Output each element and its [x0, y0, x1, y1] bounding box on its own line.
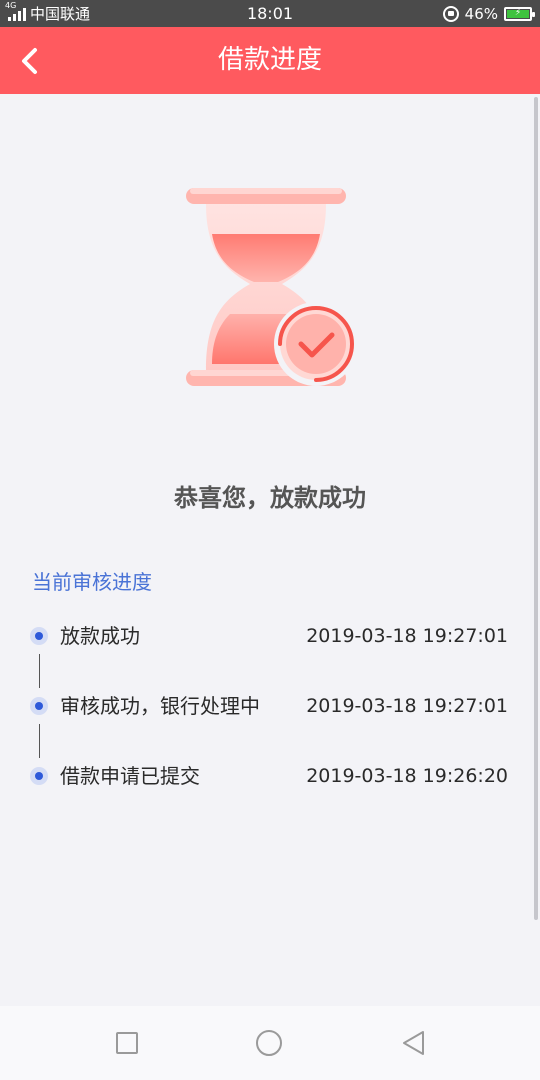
timeline-time: 2019-03-18 19:27:01	[306, 625, 508, 647]
app-header: 借款进度	[0, 27, 540, 94]
status-right: 46% ⚡	[442, 0, 535, 27]
timeline-dot-icon	[30, 767, 48, 785]
progress-timeline: 放款成功 2019-03-18 19:27:01 审核成功，银行处理中 2019…	[28, 618, 518, 798]
timeline-connector	[39, 724, 40, 758]
circle-icon	[256, 1030, 282, 1056]
navigation-bar	[0, 1006, 540, 1080]
timeline-dot-icon	[30, 697, 48, 715]
timeline-item: 借款申请已提交 2019-03-18 19:26:20	[28, 758, 518, 794]
timeline-label: 审核成功，银行处理中	[60, 694, 260, 718]
timeline-time: 2019-03-18 19:27:01	[306, 695, 508, 717]
status-bar: 4G 中国联通 18:01 46% ⚡	[0, 0, 540, 27]
timeline-connector	[39, 654, 40, 688]
system-back-button[interactable]	[398, 1028, 428, 1058]
rotation-lock-icon	[442, 5, 459, 22]
recent-apps-button[interactable]	[112, 1028, 142, 1058]
timeline-label: 放款成功	[60, 624, 140, 648]
battery-percent: 46%	[464, 4, 498, 23]
success-message: 恭喜您，放款成功	[174, 484, 366, 512]
timeline-item: 放款成功 2019-03-18 19:27:01	[28, 618, 518, 654]
hourglass-checkmark-icon	[170, 178, 370, 398]
square-icon	[116, 1032, 138, 1054]
battery-icon: ⚡	[504, 6, 535, 21]
timeline-item: 审核成功，银行处理中 2019-03-18 19:27:01	[28, 688, 518, 724]
timeline-dot-icon	[30, 627, 48, 645]
page-title: 借款进度	[217, 45, 322, 75]
timeline-label: 借款申请已提交	[60, 764, 200, 788]
home-button[interactable]	[254, 1028, 284, 1058]
triangle-back-icon	[403, 1031, 424, 1055]
timeline-time: 2019-03-18 19:26:20	[306, 765, 508, 787]
section-title: 当前审核进度	[32, 570, 152, 594]
